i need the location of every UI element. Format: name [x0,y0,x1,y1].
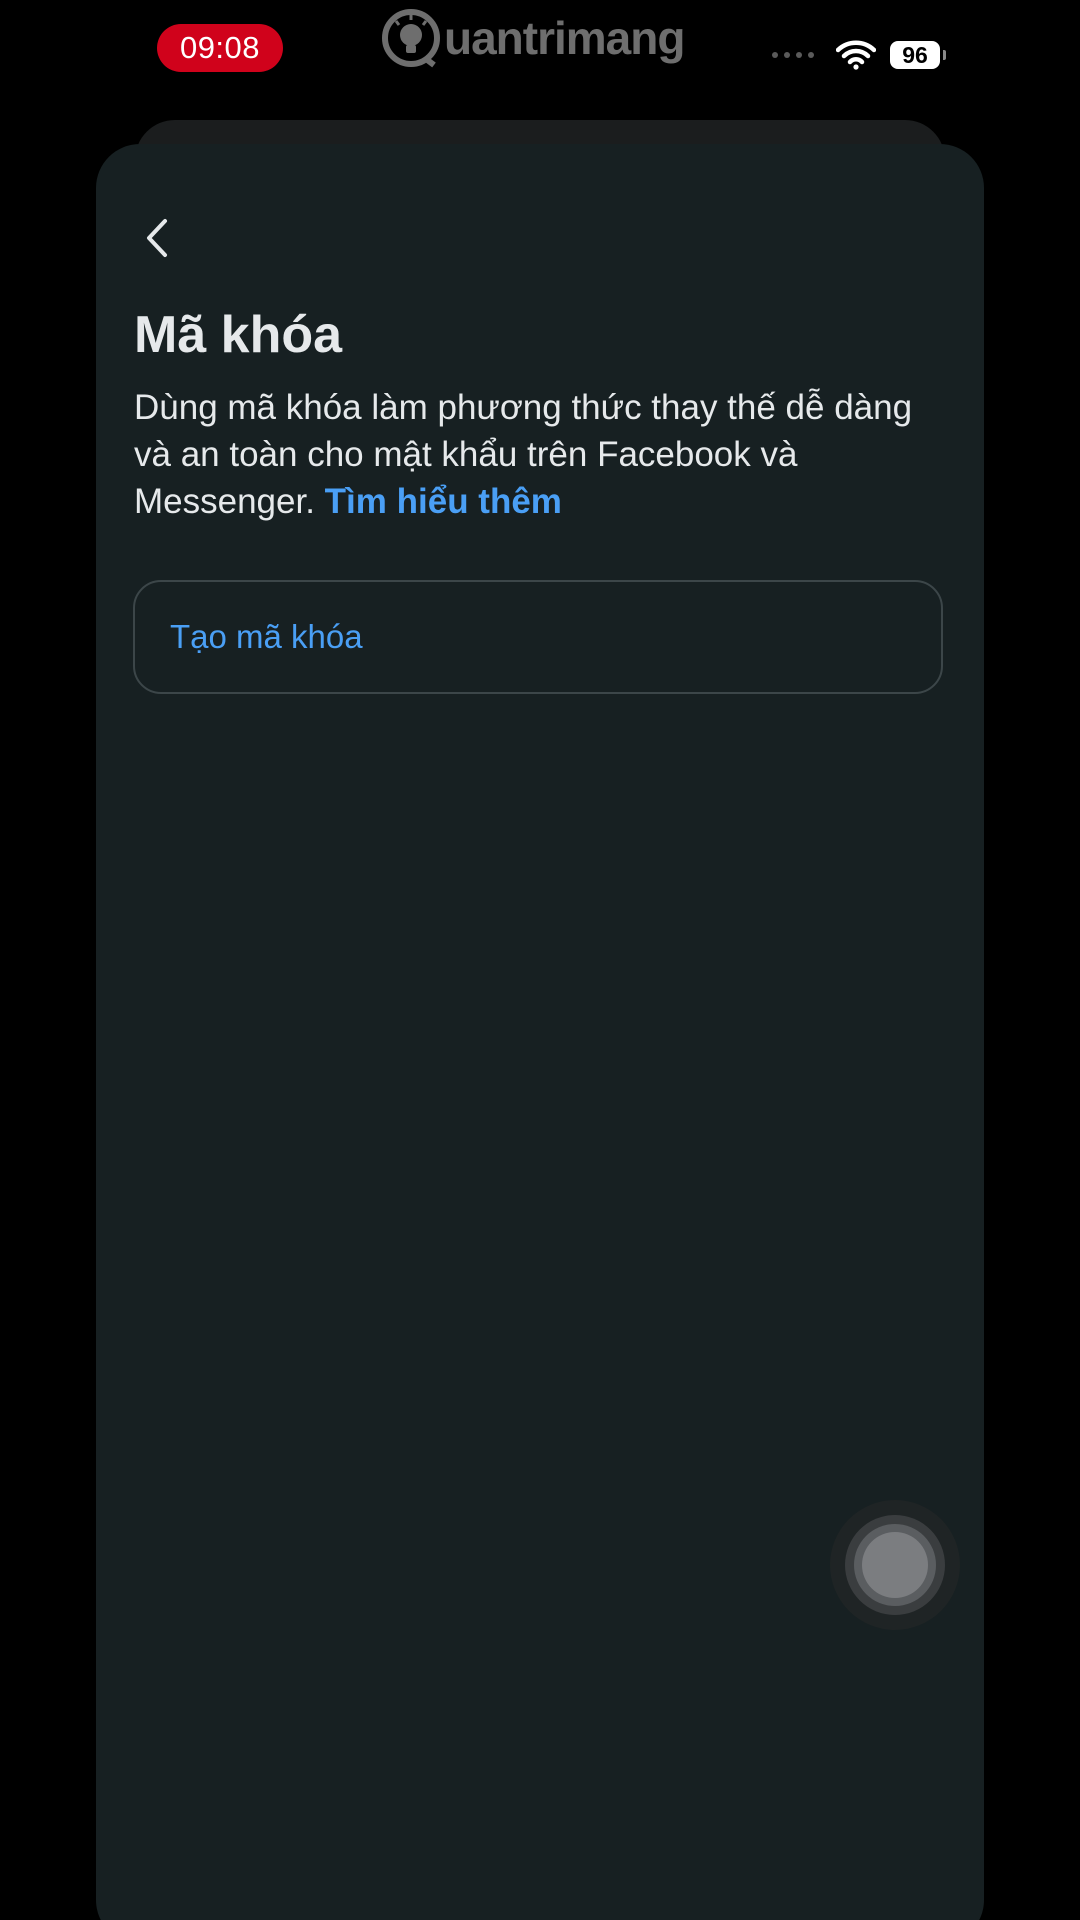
create-passkey-label: Tạo mã khóa [170,618,363,655]
watermark-text: uantrimang [444,12,685,64]
passkey-sheet: Mã khóa Dùng mã khóa làm phương thức tha… [96,144,984,1920]
back-button[interactable] [132,214,180,262]
battery-icon: 96 [890,41,946,69]
watermark: uantrimang [380,0,685,76]
create-passkey-button[interactable]: Tạo mã khóa [133,580,943,694]
assistive-touch-icon[interactable] [830,1500,960,1630]
screen: 09:08 uantrimang 96 Mã khóa Dùng mã khóa… [0,0,1080,1920]
signal-icon [772,52,814,58]
page-title: Mã khóa [134,306,343,364]
wifi-icon [836,40,876,70]
learn-more-link[interactable]: Tìm hiểu thêm [325,482,562,521]
status-indicators: 96 [772,38,946,72]
chevron-left-icon [147,219,167,257]
watermark-logo [382,9,440,68]
page-description: Dùng mã khóa làm phương thức thay thế dễ… [134,384,954,525]
battery-level: 96 [902,42,928,68]
status-time[interactable]: 09:08 [157,24,283,72]
